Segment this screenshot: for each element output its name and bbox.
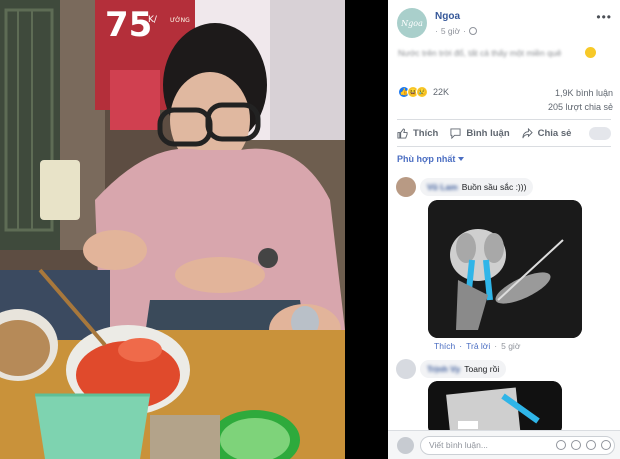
share-icon — [522, 127, 533, 138]
post-dot: · — [435, 26, 438, 36]
comment-button[interactable]: Bình luận — [450, 127, 510, 139]
gif-icon[interactable] — [586, 440, 596, 450]
comment-sort-dropdown[interactable]: Phù hợp nhất — [397, 154, 465, 164]
comment-like-link[interactable]: Thích — [434, 341, 455, 351]
post-photo[interactable]: 75 K/ ƯỚNG — [0, 0, 345, 459]
comment-image[interactable] — [428, 381, 562, 436]
divider — [397, 119, 611, 120]
post-meta: · 5 giờ · — [435, 26, 477, 36]
comment-count[interactable]: 1,9K bình luận — [548, 86, 613, 100]
comment-icon — [450, 127, 461, 139]
sign-number: 75 — [105, 5, 152, 45]
commenter-avatar[interactable] — [396, 177, 416, 197]
comment: Vũ Lam Buồn sầu sắc :))) Thích · Trả lời… — [396, 177, 616, 357]
comment-actions: Thích · Trả lời · 5 giờ — [434, 341, 520, 351]
author-name[interactable]: Ngoa — [435, 11, 460, 22]
emoji-picker-icon[interactable] — [556, 440, 566, 450]
camera-icon[interactable] — [571, 440, 581, 450]
commenter-name[interactable]: Vũ Lam — [427, 182, 458, 192]
like-button[interactable]: Thích — [397, 128, 438, 139]
link-dot: · — [459, 341, 463, 351]
comment-text: Toang rồi — [464, 364, 500, 374]
post-header: Ngoa Ngoa · 5 giờ · ••• — [397, 8, 612, 40]
commenter-name[interactable]: Trịnh Vy — [427, 364, 460, 374]
author-avatar[interactable]: Ngoa — [397, 8, 427, 38]
reaction-count: 22K — [433, 87, 450, 97]
comment-composer: Viết bình luận... — [388, 430, 620, 459]
sign-suffix: K/ — [148, 15, 158, 25]
sad-reaction-icon: 😢 — [416, 86, 428, 98]
composer-tools — [556, 440, 611, 450]
globe-icon — [468, 27, 477, 35]
caret-down-icon — [458, 157, 465, 161]
share-label: Chia sẻ — [537, 127, 572, 139]
emoji-icon — [585, 47, 596, 58]
comment-text: Buồn sầu sắc :))) — [461, 182, 527, 192]
share-count[interactable]: 205 lượt chia sẻ — [548, 100, 613, 114]
share-target-pill[interactable] — [589, 126, 611, 140]
my-avatar — [397, 437, 414, 454]
comment-reply-link[interactable]: Trả lời — [466, 341, 490, 351]
comment: Trịnh Vy Toang rồi — [396, 359, 616, 436]
comment-bubble: Vũ Lam Buồn sầu sắc :))) — [420, 178, 534, 196]
divider — [397, 146, 611, 147]
post-panel: Ngoa Ngoa · 5 giờ · ••• Nước trên trời đ… — [388, 0, 620, 459]
sign-subtext: ƯỚNG — [170, 17, 190, 24]
link-dot: · — [494, 341, 498, 351]
share-button[interactable]: Chia sẻ — [522, 127, 572, 139]
comment-time[interactable]: 5 giờ — [501, 341, 520, 351]
facebook-photo-viewer: 75 K/ ƯỚNG Ngoa Ngoa · 5 giờ · ••• Nước … — [0, 0, 620, 459]
thumbs-up-icon — [397, 127, 408, 139]
like-label: Thích — [413, 127, 439, 139]
sort-label: Phù hợp nhất — [397, 154, 456, 164]
action-bar: Thích Bình luận Chia sẻ — [397, 124, 611, 142]
comment-bubble: Trịnh Vy Toang rồi — [420, 360, 507, 378]
post-caption: Nước trên trời đổ, tất cả thấy một miền … — [398, 48, 562, 58]
comment-image[interactable] — [428, 200, 582, 338]
post-stats: 1,9K bình luận 205 lượt chia sẻ — [548, 86, 613, 114]
commenter-avatar[interactable] — [396, 359, 416, 379]
comment-label: Bình luận — [466, 127, 510, 139]
photo-margin — [345, 0, 388, 459]
sticker-icon[interactable] — [601, 440, 611, 450]
post-time[interactable]: 5 giờ — [441, 26, 460, 36]
more-options-icon[interactable]: ••• — [596, 10, 612, 24]
post-meta-dot: · — [463, 26, 466, 36]
reaction-summary[interactable]: 👍 😆 😢 22K — [398, 86, 449, 98]
